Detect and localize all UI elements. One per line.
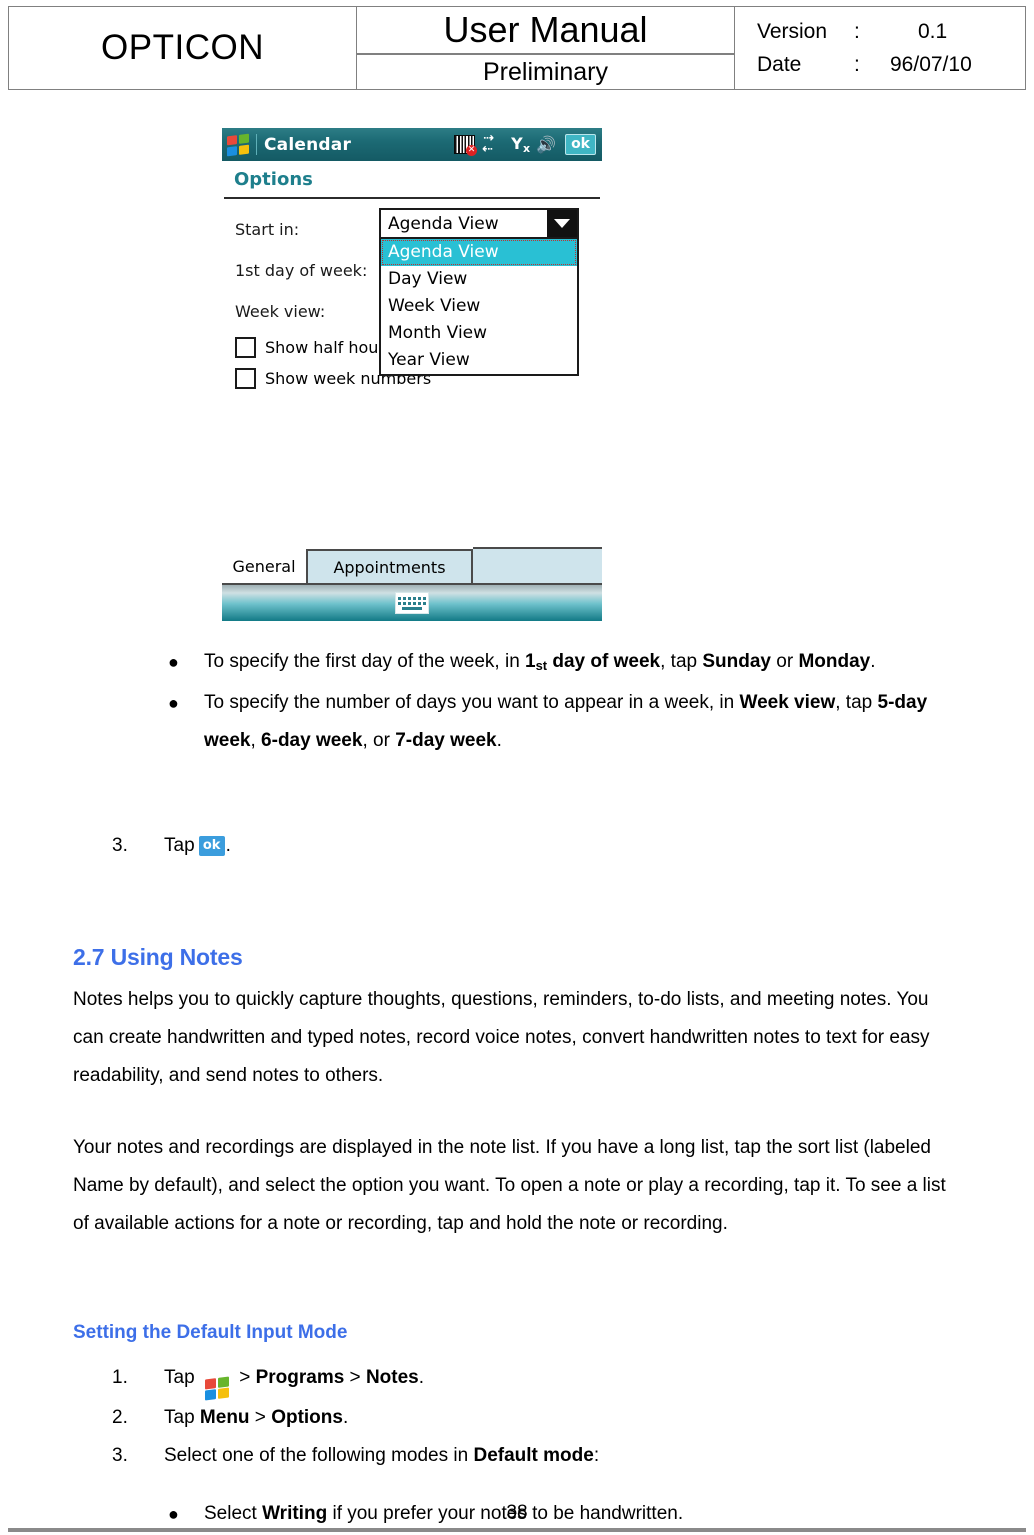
dropdown-option-list[interactable]: Agenda View Day View Week View Month Vie…	[379, 239, 579, 376]
version-row: Version : 0.1	[757, 15, 1025, 48]
document-title: User Manual	[357, 7, 734, 55]
step-text: Tap Menu > Options.	[164, 1407, 349, 1429]
dropdown-option-day-view[interactable]: Day View	[381, 266, 577, 293]
list-item: ● To specify the number of days you want…	[168, 684, 978, 760]
version-label: Version	[757, 19, 828, 43]
paragraph-note-list: Your notes and recordings are displayed …	[73, 1137, 946, 1234]
header-meta-cell: Version : 0.1 Date : 96/07/10	[735, 7, 1025, 89]
tab-bar-filler	[473, 547, 602, 583]
list-item: 1. Tap > Programs > Notes.	[112, 1359, 982, 1401]
step-text-before: Tap	[164, 835, 195, 856]
pda-app-title: Calendar	[264, 134, 352, 155]
document-subtitle: Preliminary	[482, 57, 609, 86]
pda-ok-button[interactable]: ok	[565, 134, 596, 155]
start-in-dropdown[interactable]: Agenda View Agenda View Day View Week Vi…	[379, 208, 579, 376]
header-title-cell: User Manual Preliminary	[357, 7, 735, 89]
bullet-icon: ●	[168, 652, 179, 672]
date-colon: :	[854, 52, 860, 76]
title-separator	[256, 134, 257, 155]
step-number: 3.	[112, 1445, 128, 1467]
tab-general[interactable]: General	[222, 549, 308, 583]
checkbox-box[interactable]	[235, 368, 256, 389]
step-number: 3.	[112, 835, 128, 856]
section-heading-2-7: 2.7 Using Notes	[73, 944, 243, 970]
subsection-heading-default-input-mode: Setting the Default Input Mode	[73, 1322, 348, 1343]
step-number: 1.	[112, 1367, 128, 1388]
ok-button-icon: ok	[198, 836, 225, 856]
date-row: Date : 96/07/10	[757, 48, 1025, 81]
pda-page-title: Options	[222, 161, 602, 197]
speaker-icon[interactable]: 🔊	[536, 135, 558, 154]
barcode-disabled-icon[interactable]: ✕	[454, 135, 478, 156]
pda-form-body: Start in: 1st day of week: Week view: Sh…	[222, 199, 602, 554]
header-logo-cell: OPTICON	[9, 7, 357, 89]
footer-rule	[8, 1528, 1026, 1532]
dropdown-option-year-view[interactable]: Year View	[381, 347, 577, 374]
pda-sip-bar	[222, 585, 602, 621]
document-header: OPTICON User Manual Preliminary Version …	[8, 6, 1026, 90]
date-label: Date	[757, 52, 802, 76]
page-number: 38	[506, 1502, 528, 1523]
tab-appointments[interactable]: Appointments	[308, 549, 473, 583]
list-item: ● To specify the first day of the week, …	[168, 643, 978, 682]
step-text: Select one of the following modes in Def…	[164, 1445, 600, 1467]
dropdown-option-month-view[interactable]: Month View	[381, 320, 577, 347]
windows-flag-icon[interactable]	[227, 133, 249, 156]
pda-tab-bar: General Appointments	[222, 547, 602, 585]
step-3-tap-ok: 3. Tap ok .	[112, 827, 231, 865]
list-item: 3. Select one of the following modes in …	[112, 1437, 982, 1475]
chevron-down-icon[interactable]	[547, 210, 577, 237]
checkbox-box[interactable]	[235, 337, 256, 358]
connectivity-icon[interactable]: ⇢ ⇠	[482, 132, 504, 156]
dropdown-option-week-view[interactable]: Week View	[381, 293, 577, 320]
numbered-steps-list: 1. Tap > Programs > Notes. 2. Tap Menu >…	[112, 1359, 982, 1475]
bullet-icon: ●	[168, 693, 179, 713]
dropdown-selected-value: Agenda View	[388, 213, 499, 234]
step-number: 2.	[112, 1407, 128, 1429]
date-value: 96/07/10	[890, 52, 972, 76]
list-item: 2. Tap Menu > Options.	[112, 1399, 982, 1437]
status-icon-tray: ✕ ⇢ ⇠ Yx 🔊 ok	[454, 132, 598, 156]
version-colon: :	[854, 19, 860, 43]
signal-off-icon[interactable]: Yx	[511, 135, 530, 155]
dropdown-option-agenda-view[interactable]: Agenda View	[381, 239, 577, 266]
step-text-after: .	[225, 835, 231, 856]
bullet-text: To specify the first day of the week, in…	[204, 651, 876, 673]
paragraph-notes-intro: Notes helps you to quickly capture thoug…	[73, 989, 930, 1086]
soft-keyboard-icon[interactable]	[395, 592, 429, 614]
pda-title-bar: Calendar ✕ ⇢ ⇠ Yx 🔊 ok	[222, 128, 602, 161]
brand-logo: OPTICON	[101, 28, 264, 67]
bullet-text: To specify the number of days you want t…	[204, 692, 928, 751]
windows-flag-icon	[204, 1376, 229, 1401]
bullet-list-calendar-options: ● To specify the first day of the week, …	[168, 643, 978, 762]
step-text: Tap > Programs > Notes.	[164, 1359, 982, 1401]
dropdown-closed-field[interactable]: Agenda View	[379, 208, 579, 239]
version-value: 0.1	[918, 19, 948, 43]
pda-screenshot-figure: Calendar ✕ ⇢ ⇠ Yx 🔊 ok Options Start in: …	[222, 128, 602, 621]
